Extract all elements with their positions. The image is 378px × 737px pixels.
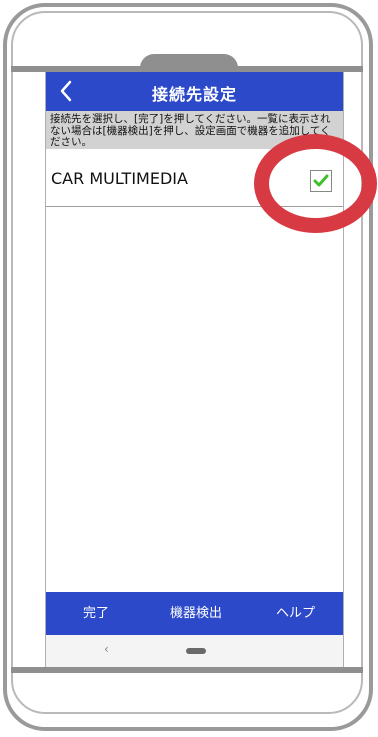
done-button[interactable]: 完了	[46, 592, 146, 635]
phone-notch	[140, 54, 238, 72]
system-nav-bar: ‹	[46, 635, 343, 667]
device-detect-button[interactable]: 機器検出	[146, 592, 246, 635]
page-title: 接続先設定	[151, 85, 237, 104]
nav-home-button[interactable]	[186, 648, 206, 654]
help-button[interactable]: ヘルプ	[246, 592, 345, 635]
bottom-toolbar: 完了 機器検出 ヘルプ	[46, 592, 343, 635]
app-header: 接続先設定	[46, 72, 343, 111]
phone-bottom-band	[11, 667, 363, 673]
highlight-circle	[254, 134, 377, 233]
nav-back-button[interactable]: ‹	[104, 642, 109, 656]
device-name: CAR MULTIMEDIA	[51, 169, 188, 188]
